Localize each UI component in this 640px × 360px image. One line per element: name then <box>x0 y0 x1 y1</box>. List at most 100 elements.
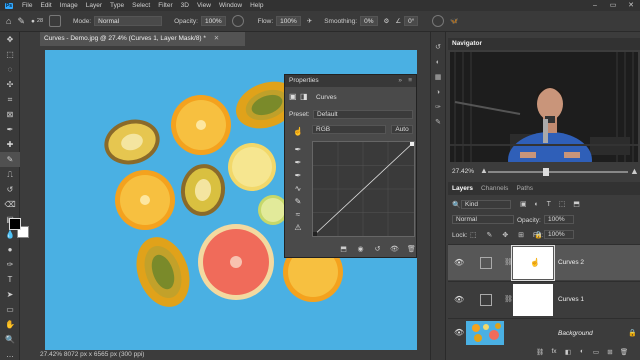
quick-select-tool-icon[interactable]: ✣ <box>0 77 20 92</box>
new-layer-icon[interactable]: ⊞ <box>603 348 617 356</box>
curves-adjustment-thumbnail[interactable] <box>480 257 492 269</box>
visibility-eye-icon[interactable]: 👁 <box>454 258 464 267</box>
zoom-in-icon[interactable]: ▲ <box>630 166 639 176</box>
panel-collapse-icon[interactable]: » <box>398 75 402 87</box>
curves-graph[interactable] <box>312 141 415 237</box>
link-icon[interactable]: ⛓ <box>504 295 513 303</box>
auto-button[interactable]: Auto <box>391 125 413 134</box>
menu-edit[interactable]: Edit <box>36 2 55 9</box>
mode-select[interactable]: Normal <box>94 16 163 26</box>
dodge-tool-icon[interactable]: ● <box>0 242 20 257</box>
maximize-icon[interactable]: ▭ <box>604 0 622 11</box>
close-icon[interactable]: ✕ <box>622 0 640 11</box>
document-tab[interactable]: Curves - Demo.jpg @ 27.4% (Curves 1, Lay… <box>40 32 245 46</box>
menu-3d[interactable]: 3D <box>177 2 193 9</box>
brush-tool-active-icon[interactable]: ✎ <box>0 152 20 167</box>
brush-settings-icon[interactable] <box>49 15 62 27</box>
swatches-panel-icon[interactable]: ▦ <box>431 70 445 85</box>
navigator-zoom-value[interactable]: 27.42% <box>452 168 474 175</box>
layer-style-icon[interactable]: fx <box>547 348 561 356</box>
brush-tool-icon[interactable]: ✎ <box>17 16 25 27</box>
eyedropper-tool-icon[interactable]: ✒ <box>0 122 20 137</box>
layer-filter-icons[interactable]: ▣ ◐ T ⬚ ⬒ <box>520 200 583 208</box>
brush-settings-panel-icon[interactable]: ✎ <box>431 115 445 130</box>
smooth-curve-icon[interactable]: ≈ <box>289 210 307 223</box>
color-panel-icon[interactable]: ◐ <box>431 55 445 70</box>
minimize-icon[interactable]: – <box>586 0 604 11</box>
layer-mask-thumbnail[interactable] <box>513 284 553 316</box>
pressure-size-icon[interactable] <box>432 15 445 27</box>
zoom-out-icon[interactable]: ▲ <box>480 166 488 175</box>
menu-help[interactable]: Help <box>246 2 267 9</box>
draw-curve-icon[interactable]: ✎ <box>289 197 307 210</box>
smoothing-options-icon[interactable]: ⚙ <box>384 17 390 25</box>
view-previous-icon[interactable]: ◉ <box>352 245 369 253</box>
menu-layer[interactable]: Layer <box>82 2 106 9</box>
curves-adjustment-thumbnail[interactable] <box>480 294 492 306</box>
more-tools-icon[interactable]: … <box>0 347 20 360</box>
foreground-color-swatch[interactable] <box>9 218 21 230</box>
white-point-eyedropper-icon[interactable]: ✒ <box>289 171 307 184</box>
history-brush-tool-icon[interactable]: ↺ <box>0 182 20 197</box>
menu-type[interactable]: Type <box>106 2 128 9</box>
tab-channels[interactable]: Channels <box>477 182 512 195</box>
pen-tool-icon[interactable]: ✑ <box>0 257 20 272</box>
blend-mode-select[interactable]: Normal <box>452 215 514 224</box>
move-tool-icon[interactable]: ✥ <box>0 32 20 47</box>
crop-tool-icon[interactable]: ⌗ <box>0 92 20 107</box>
zoom-slider-handle[interactable] <box>543 168 549 176</box>
tab-paths[interactable]: Paths <box>512 182 537 195</box>
layer-name[interactable]: Background <box>558 330 593 337</box>
visibility-icon[interactable]: 👁 <box>386 245 403 253</box>
tab-layers[interactable]: Layers <box>448 182 477 195</box>
menu-select[interactable]: Select <box>128 2 154 9</box>
home-icon[interactable]: ⌂ <box>6 16 11 26</box>
layer-name[interactable]: Curves 1 <box>558 296 584 303</box>
gray-point-eyedropper-icon[interactable]: ✒ <box>289 158 307 171</box>
layer-opacity-input[interactable]: 100% <box>544 215 574 224</box>
history-panel-icon[interactable]: ↺ <box>431 40 445 55</box>
clipping-warning-icon[interactable]: ⚠ <box>289 223 307 236</box>
menu-window[interactable]: Window <box>215 2 246 9</box>
reset-icon[interactable]: ↺ <box>369 245 386 253</box>
brush-preset-picker[interactable]: ● 28 <box>31 18 43 25</box>
adjustments-panel-icon[interactable]: ◑ <box>431 85 445 100</box>
healing-brush-tool-icon[interactable]: ✚ <box>0 137 20 152</box>
type-tool-icon[interactable]: T <box>0 272 20 287</box>
fill-input[interactable]: 100% <box>544 230 574 239</box>
smoothing-input[interactable]: 0% <box>360 16 378 26</box>
lock-icon[interactable]: 🔒 <box>628 329 637 337</box>
adjustment-layer-icon[interactable]: ◐ <box>575 348 589 356</box>
target-adjustment-icon[interactable]: ☝ <box>289 127 307 140</box>
group-icon[interactable]: ▭ <box>589 348 603 356</box>
hand-tool-icon[interactable]: ✋ <box>0 317 20 332</box>
symmetry-icon[interactable]: 🦋 <box>450 17 458 25</box>
pressure-opacity-icon[interactable] <box>231 15 244 27</box>
frame-tool-icon[interactable]: ⊠ <box>0 107 20 122</box>
clip-to-layer-icon[interactable]: ⬒ <box>335 245 352 253</box>
zoom-tool-icon[interactable]: 🔍 <box>0 332 20 347</box>
angle-input[interactable]: 0° <box>404 16 419 26</box>
opacity-input[interactable]: 100% <box>200 16 226 26</box>
navigator-zoom-slider[interactable] <box>488 168 628 176</box>
marquee-tool-icon[interactable]: ⬚ <box>0 47 20 62</box>
background-thumbnail[interactable] <box>466 321 504 345</box>
eraser-tool-icon[interactable]: ⌫ <box>0 197 20 212</box>
rectangle-tool-icon[interactable]: ▭ <box>0 302 20 317</box>
channel-select[interactable]: RGB <box>312 125 386 134</box>
delete-icon[interactable]: 🗑 <box>403 245 420 253</box>
flow-input[interactable]: 100% <box>276 16 301 26</box>
link-icon[interactable]: ⛓ <box>504 258 513 266</box>
clone-stamp-tool-icon[interactable]: ⎍ <box>0 167 20 182</box>
navigator-thumbnail[interactable] <box>450 52 638 162</box>
layer-row-curves-1[interactable]: 👁 ⛓ Curves 1 <box>448 281 640 317</box>
lasso-tool-icon[interactable]: ◌ <box>0 62 20 77</box>
visibility-eye-icon[interactable]: 👁 <box>454 328 464 337</box>
close-document-icon[interactable]: ✕ <box>214 35 219 42</box>
black-point-eyedropper-icon[interactable]: ✒ <box>289 145 307 158</box>
edit-points-icon[interactable]: ∿ <box>289 184 307 197</box>
filter-kind-select[interactable]: Kind <box>461 200 511 209</box>
menu-image[interactable]: Image <box>56 2 82 9</box>
add-mask-icon[interactable]: ◧ <box>561 348 575 356</box>
layer-name[interactable]: Curves 2 <box>558 259 584 266</box>
